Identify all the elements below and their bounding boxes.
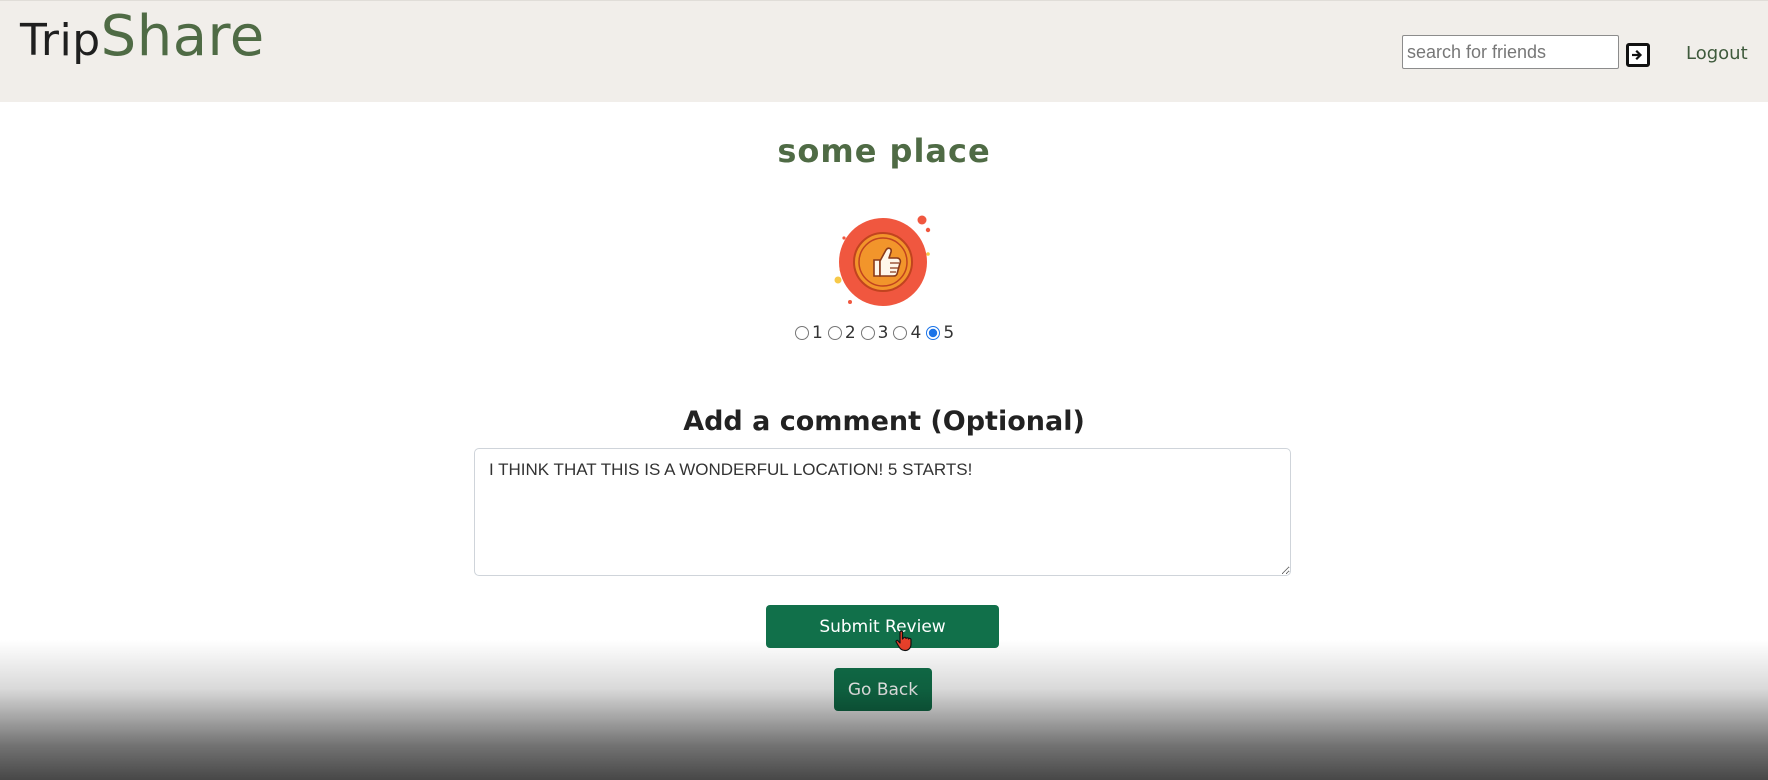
brand-share-text: Share <box>100 4 265 69</box>
rating-radio-4[interactable] <box>893 326 908 340</box>
submit-review-button[interactable]: Submit Review <box>766 605 999 648</box>
sign-in-icon <box>1632 49 1643 61</box>
rating-option-4[interactable]: 4 <box>893 323 921 343</box>
go-back-button[interactable]: Go Back <box>834 668 932 711</box>
friend-search-input[interactable] <box>1402 35 1619 69</box>
rating-option-3[interactable]: 3 <box>860 323 889 343</box>
comment-textarea[interactable] <box>474 448 1291 576</box>
rating-option-label: 5 <box>943 323 955 343</box>
navbar: TripShare Logout <box>0 0 1768 102</box>
rating-radio-1[interactable] <box>795 326 809 340</box>
thumbs-up-badge-icon <box>834 215 931 306</box>
rating-radio-2[interactable] <box>827 326 842 340</box>
rating-option-label: 4 <box>910 323 922 343</box>
search-submit-button[interactable] <box>1626 43 1650 67</box>
brand-logo[interactable]: TripShare <box>20 9 265 65</box>
rating-radio-5[interactable] <box>926 326 941 340</box>
place-title: some place <box>777 132 991 170</box>
rating-option-label: 3 <box>877 323 889 343</box>
comment-heading: Add a comment (Optional) <box>683 406 1085 437</box>
rating-option-5[interactable]: 5 <box>926 323 954 343</box>
rating-options: 1 2 3 4 5 <box>795 323 957 343</box>
brand-trip-text: Trip <box>20 15 101 66</box>
rating-radio-3[interactable] <box>860 326 875 340</box>
rating-option-2[interactable]: 2 <box>827 323 856 343</box>
rating-option-label: 1 <box>812 323 823 343</box>
rating-option-1[interactable]: 1 <box>795 323 823 343</box>
hand-cursor-icon <box>895 630 912 652</box>
rating-option-label: 2 <box>844 323 856 343</box>
logout-link[interactable]: Logout <box>1686 43 1748 64</box>
